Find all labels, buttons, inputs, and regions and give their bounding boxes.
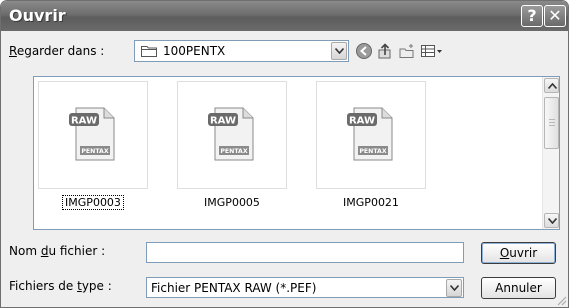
chevron-down-icon — [548, 218, 557, 224]
open-button[interactable]: Ouvrir — [481, 242, 556, 264]
filetype-value: Fichier PENTAX RAW (*.PEF) — [151, 281, 317, 295]
svg-text:PENTAX: PENTAX — [220, 148, 247, 155]
file-item[interactable]: RAW PENTAX IMGP0021 — [316, 81, 426, 209]
folder-icon — [141, 46, 157, 57]
file-item[interactable]: RAW PENTAX IMGP0005 — [177, 81, 287, 209]
open-dialog: Ouvrir ? ✕ Regarder dans : 100PENTX RAW … — [0, 0, 569, 308]
file-item[interactable]: RAW PENTAX IMGP0003 — [38, 81, 148, 210]
file-thumbnail: RAW PENTAX — [177, 81, 287, 189]
back-icon[interactable] — [355, 42, 373, 60]
chevron-down-icon — [450, 285, 459, 291]
lookin-dropdown[interactable]: 100PENTX — [134, 40, 349, 62]
file-name: IMGP0021 — [343, 196, 399, 209]
file-thumbnail: RAW PENTAX — [38, 81, 148, 189]
filetype-label: Fichiers de type : — [9, 279, 112, 293]
filetype-dropdown[interactable]: Fichier PENTAX RAW (*.PEF) — [146, 277, 464, 298]
cancel-button[interactable]: Annuler — [481, 277, 556, 299]
file-thumbnail: RAW PENTAX — [316, 81, 426, 189]
pentax-raw-file-icon: RAW PENTAX — [69, 107, 115, 161]
close-button[interactable]: ✕ — [544, 5, 566, 27]
scroll-thumb[interactable] — [544, 97, 559, 149]
scroll-up-button[interactable] — [544, 78, 559, 93]
file-name: IMGP0005 — [204, 196, 260, 209]
vertical-scrollbar[interactable] — [542, 77, 559, 229]
file-name: IMGP0003 — [38, 195, 148, 210]
filename-input[interactable] — [146, 242, 464, 263]
file-list[interactable]: RAW PENTAX IMGP0003 RAW PENTAX IMGP0005 — [33, 76, 560, 230]
lookin-dropdown-button[interactable] — [331, 42, 347, 60]
lookin-label: Regarder dans : — [9, 44, 105, 58]
chevron-down-icon — [335, 48, 344, 54]
svg-text:PENTAX: PENTAX — [81, 148, 108, 155]
new-folder-icon[interactable] — [398, 42, 416, 60]
help-button[interactable]: ? — [521, 5, 543, 27]
up-folder-icon[interactable] — [376, 42, 394, 60]
title-bar[interactable]: Ouvrir ? ✕ — [1, 1, 568, 31]
chevron-up-icon — [548, 83, 557, 89]
scroll-down-button[interactable] — [544, 213, 559, 228]
window-title: Ouvrir — [9, 6, 66, 25]
view-menu-icon[interactable] — [420, 42, 444, 60]
filename-label: Nom du fichier : — [9, 244, 106, 258]
lookin-value: 100PENTX — [163, 44, 226, 58]
pentax-raw-file-icon: RAW PENTAX — [347, 107, 393, 161]
svg-text:PENTAX: PENTAX — [359, 148, 386, 155]
pentax-raw-file-icon: RAW PENTAX — [208, 107, 254, 161]
svg-text:RAW: RAW — [349, 116, 375, 127]
svg-text:RAW: RAW — [210, 116, 236, 127]
filetype-dropdown-button[interactable] — [446, 279, 462, 297]
resize-grip-icon[interactable] — [555, 294, 567, 306]
svg-text:RAW: RAW — [71, 116, 97, 127]
